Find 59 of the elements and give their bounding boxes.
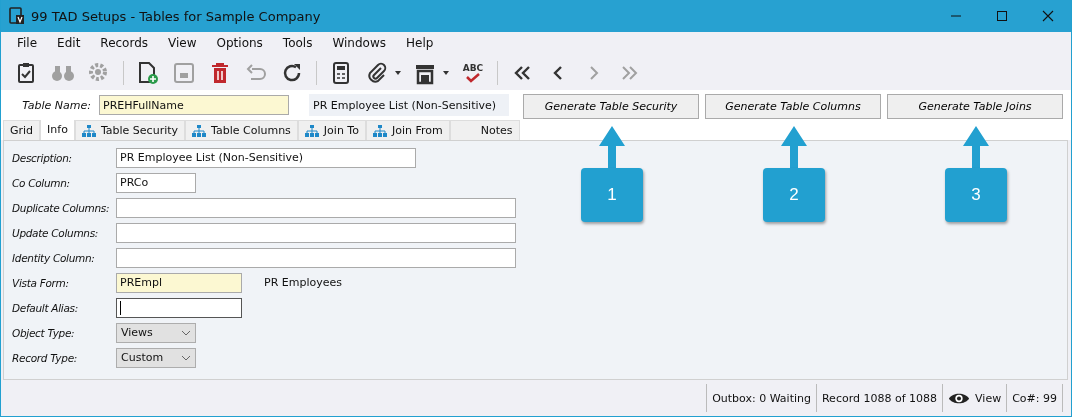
tab[interactable]: Join To bbox=[297, 120, 366, 140]
tab[interactable]: Info bbox=[40, 118, 75, 140]
field-label: Identity Column: bbox=[12, 251, 96, 264]
dropdown-caret-icon[interactable] bbox=[443, 71, 449, 75]
table-name-field[interactable]: PREHFullName bbox=[99, 95, 289, 115]
tab[interactable]: Table Security bbox=[74, 120, 186, 140]
generate-button[interactable]: Generate Table Joins bbox=[887, 94, 1063, 119]
eye-icon bbox=[948, 391, 971, 405]
menu-item[interactable]: Edit bbox=[47, 36, 91, 56]
field-label: Table Name: bbox=[21, 98, 92, 112]
text-field[interactable] bbox=[116, 247, 516, 268]
table-description: PR Employee List (Non-Sensitive) bbox=[309, 94, 509, 116]
menu-item[interactable]: Tools bbox=[272, 36, 323, 56]
field-label: Description: bbox=[12, 151, 73, 164]
callout-badge: 3 bbox=[945, 168, 1007, 222]
dropdown-caret-icon[interactable] bbox=[395, 71, 401, 75]
generate-button[interactable]: Generate Table Columns bbox=[705, 94, 881, 119]
app-icon bbox=[9, 7, 25, 25]
text-field[interactable] bbox=[116, 297, 242, 318]
paperclip-icon[interactable] bbox=[365, 61, 389, 85]
company-number: Co#: 99 bbox=[1006, 384, 1063, 412]
field-label: Co Column: bbox=[12, 176, 71, 189]
menu-item[interactable]: Help bbox=[396, 36, 444, 56]
menu-item[interactable]: File bbox=[7, 36, 48, 56]
field-label: Vista Form: bbox=[12, 276, 70, 289]
menu-item[interactable]: Windows bbox=[322, 36, 396, 56]
new-document-icon[interactable] bbox=[136, 61, 160, 85]
chevron-down-icon[interactable] bbox=[181, 354, 191, 361]
field-label: Update Columns: bbox=[12, 226, 100, 239]
field-label: Object Type: bbox=[12, 326, 76, 339]
tab[interactable]: Grid bbox=[3, 120, 41, 140]
menu-item[interactable]: Records bbox=[90, 36, 159, 56]
form-name-text: PR Employees bbox=[264, 276, 342, 289]
text-field[interactable] bbox=[116, 222, 516, 243]
menu-item[interactable]: View bbox=[158, 36, 207, 56]
field-label: Duplicate Columns: bbox=[12, 201, 111, 214]
callout-arrow bbox=[598, 126, 626, 168]
dropdown-field[interactable]: Views bbox=[116, 322, 196, 343]
tab[interactable]: Table Columns bbox=[185, 120, 298, 140]
tab[interactable]: Notes bbox=[449, 120, 520, 140]
record-counter: Record 1088 of 1088 bbox=[815, 384, 943, 412]
callout-badge: 1 bbox=[581, 168, 643, 222]
text-field[interactable] bbox=[116, 197, 516, 218]
text-field[interactable]: PRCo bbox=[116, 172, 196, 193]
callout-badge: 2 bbox=[763, 168, 825, 222]
text-field[interactable]: PR Employee List (Non-Sensitive) bbox=[116, 147, 416, 168]
field-label: Record Type: bbox=[12, 351, 79, 364]
text-field[interactable]: PREmpl bbox=[116, 272, 242, 293]
callout-arrow bbox=[962, 126, 990, 168]
window-title: 99 TAD Setups - Tables for Sample Company bbox=[31, 8, 321, 24]
dropdown-field[interactable]: Custom bbox=[116, 347, 196, 368]
field-label: Default Alias: bbox=[12, 301, 79, 314]
chevron-down-icon[interactable] bbox=[181, 329, 191, 336]
tab[interactable]: Join From bbox=[365, 120, 450, 140]
outbox-status: Outbox: 0 Waiting bbox=[706, 384, 816, 412]
generate-button[interactable]: Generate Table Security bbox=[523, 94, 699, 119]
menu-item[interactable]: Options bbox=[206, 36, 273, 56]
mode-text: View bbox=[975, 391, 1002, 405]
callout-arrow bbox=[780, 126, 808, 168]
